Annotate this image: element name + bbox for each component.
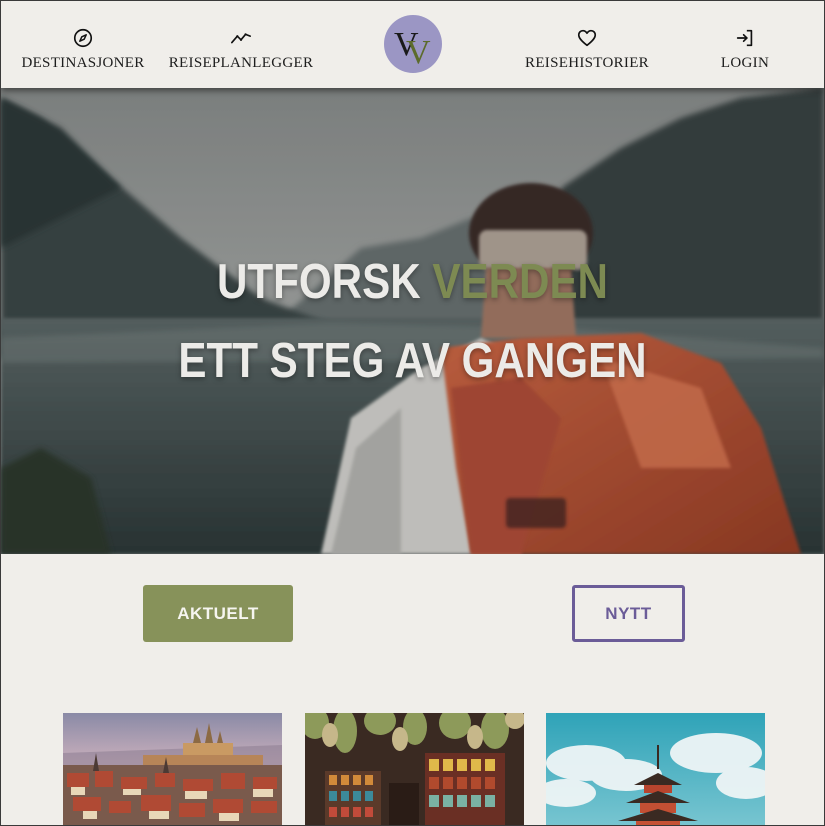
vv-logo-icon: V V	[394, 26, 431, 71]
hero-title-accent: VERDEN	[432, 255, 609, 309]
destination-card-prague[interactable]	[63, 713, 282, 825]
hero-title-line1: UTFORSK VERDEN	[59, 254, 767, 310]
nytt-button[interactable]: NYTT	[572, 585, 685, 642]
site-logo[interactable]: V V	[384, 15, 442, 73]
japanese-pagoda-image	[546, 713, 765, 825]
heart-icon	[577, 29, 597, 47]
destination-card-japan[interactable]	[546, 713, 765, 825]
nav-label: REISEHISTORIER	[525, 55, 649, 71]
hero-title-word: UTFORSK	[216, 255, 421, 309]
trend-line-icon	[231, 33, 251, 44]
nav-label: REISEPLANLEGGER	[168, 55, 314, 71]
page-frame: DESTINASJONER REISEPLANLEGGER V V REISEH…	[0, 0, 825, 826]
svg-text:V: V	[406, 34, 431, 71]
nav-item-reisehistorier[interactable]: REISEHISTORIER	[521, 1, 653, 88]
destination-card-market[interactable]	[305, 713, 524, 825]
hero-title-line2: ETT STEG AV GANGEN	[178, 334, 647, 388]
nav-label: DESTINASJONER	[21, 55, 145, 71]
login-icon	[736, 29, 753, 47]
nav-item-destinasjoner[interactable]: DESTINASJONER	[19, 1, 147, 88]
prague-castle-image	[63, 713, 282, 825]
hero-banner: UTFORSK VERDEN ETT STEG AV GANGEN	[1, 88, 824, 554]
nav-item-login[interactable]: LOGIN	[713, 1, 777, 88]
nav-item-reiseplanlegger[interactable]: REISEPLANLEGGER	[168, 1, 314, 88]
aktuelt-button[interactable]: AKTUELT	[143, 585, 293, 642]
hero-background-image	[1, 88, 824, 554]
top-navigation: DESTINASJONER REISEPLANLEGGER V V REISEH…	[1, 1, 824, 88]
spice-market-image	[305, 713, 524, 825]
nav-label: LOGIN	[720, 55, 770, 71]
compass-icon	[73, 28, 93, 48]
